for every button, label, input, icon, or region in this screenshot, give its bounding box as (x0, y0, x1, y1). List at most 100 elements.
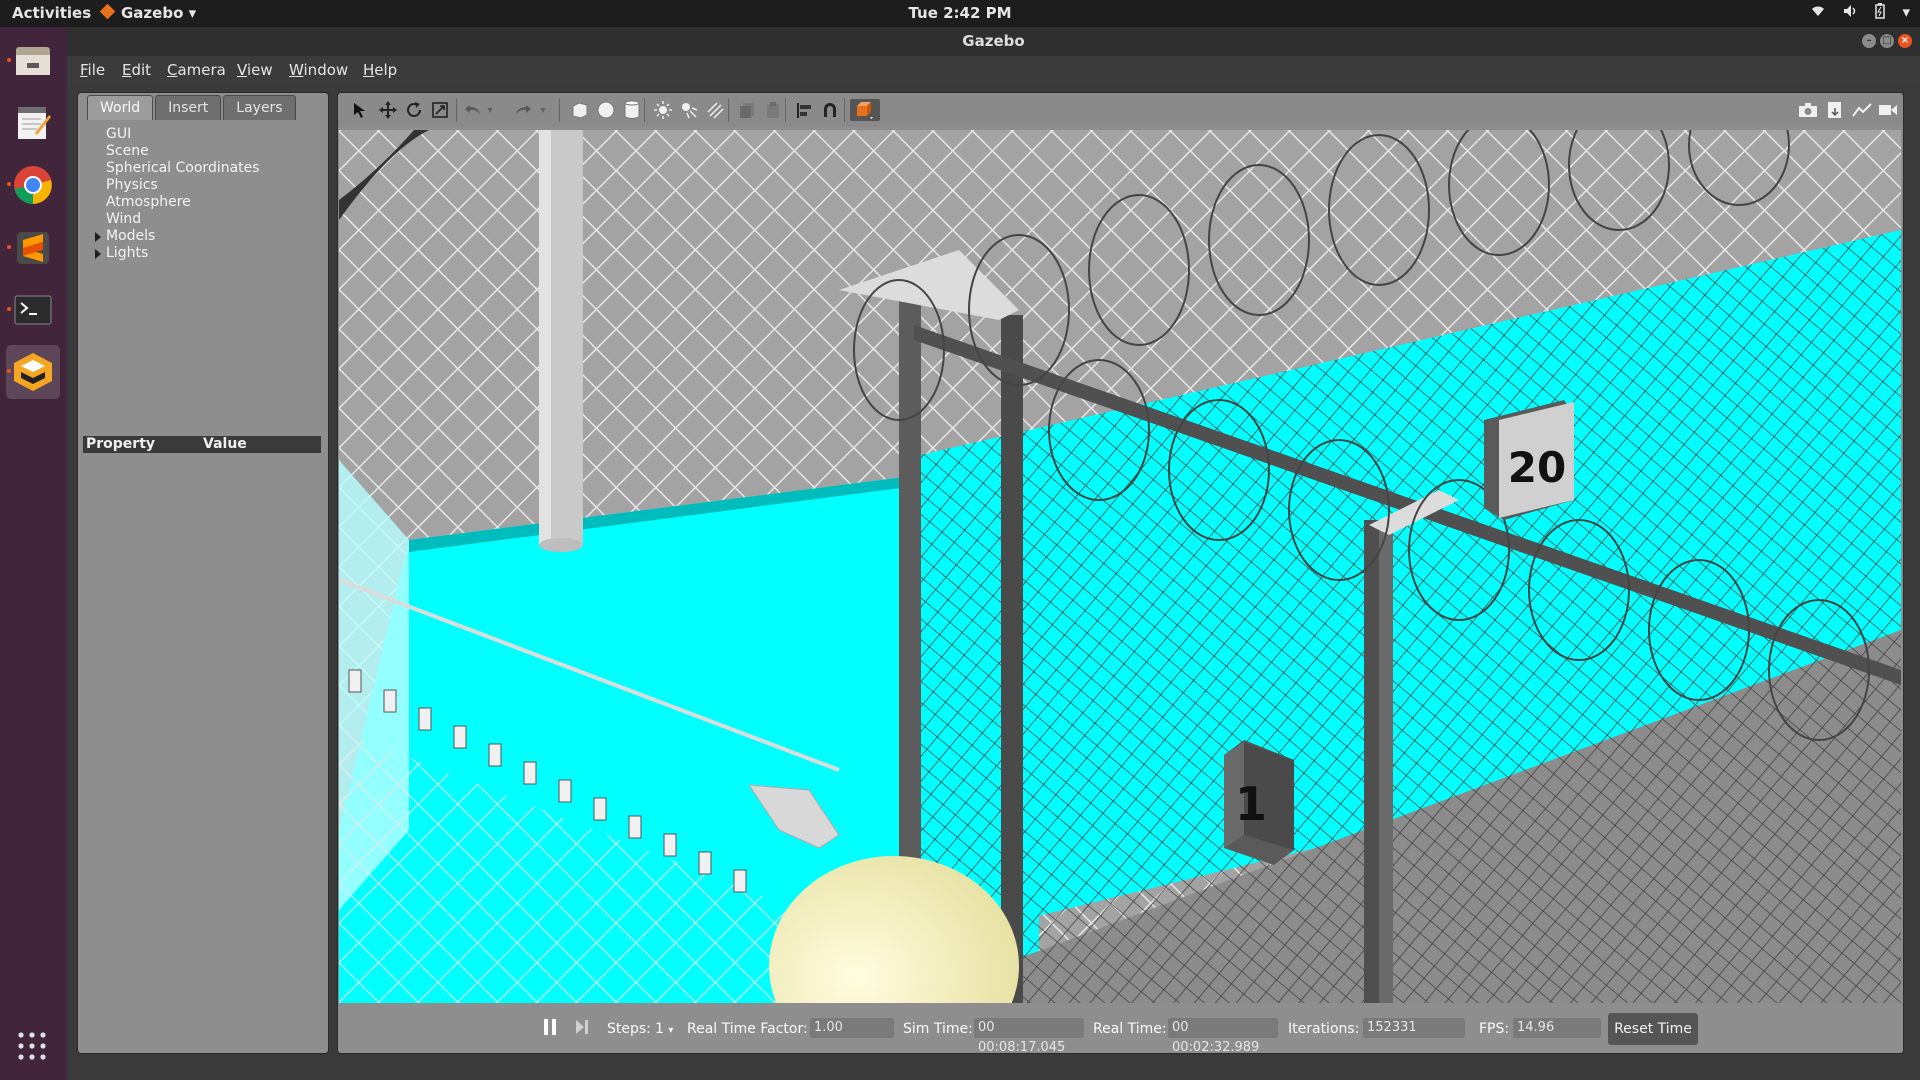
box-shape-icon[interactable] (568, 99, 592, 121)
menu-window[interactable]: Window (289, 61, 348, 79)
property-table-header: Property Value (83, 436, 321, 453)
tree-item-atmosphere[interactable]: Atmosphere (106, 194, 191, 211)
tree-item-models[interactable]: Models (95, 228, 156, 245)
sign-20: 20 (1484, 400, 1574, 520)
dock-chrome[interactable] (6, 158, 60, 212)
video-record-icon[interactable] (1876, 99, 1900, 121)
app-menu-button[interactable]: Gazebo ▾ (99, 3, 196, 22)
steps-spinbox[interactable]: 1 ▾ (655, 1021, 673, 1037)
real-time-factor-label: Real Time Factor: (687, 1021, 808, 1037)
minimize-button[interactable]: – (1862, 34, 1876, 48)
redo-history-chevron-down-icon[interactable]: ▾ (537, 99, 549, 121)
activities-button[interactable]: Activities (12, 4, 91, 22)
tree-item-spherical-coordinates[interactable]: Spherical Coordinates (106, 160, 260, 177)
cylinder-shape-icon[interactable] (620, 99, 644, 121)
sublime-text-icon (17, 232, 49, 264)
menu-view[interactable]: View (237, 61, 273, 79)
left-panel: World Insert Layers GUI Scene Spherical … (77, 92, 329, 1054)
directional-light-icon[interactable] (703, 99, 727, 121)
dock-sublime-text[interactable] (6, 221, 60, 275)
tab-insert[interactable]: Insert (155, 95, 222, 120)
menu-bar: File Edit Camera View Window Help (67, 56, 1920, 84)
log-data-icon[interactable] (1823, 99, 1847, 121)
rotate-mode-icon[interactable] (402, 99, 426, 121)
real-time-label: Real Time: (1093, 1021, 1167, 1037)
time-panel: Steps: 1 ▾ Real Time Factor: 1.00 Sim Ti… (338, 1005, 1903, 1053)
fps-field: 14.96 (1513, 1018, 1601, 1038)
dock-files[interactable] (6, 34, 60, 88)
tree-item-models-label: Models (106, 228, 156, 244)
view-angle-icon[interactable] (850, 99, 880, 121)
menu-file[interactable]: File (80, 61, 105, 79)
steps-label: Steps: (607, 1021, 651, 1037)
translate-mode-icon[interactable] (376, 99, 400, 121)
step-forward-icon[interactable] (574, 1017, 590, 1041)
expand-arrow-icon[interactable] (95, 249, 101, 259)
dock-gazebo[interactable] (6, 345, 60, 399)
menu-camera[interactable]: Camera (167, 61, 226, 79)
window-title-bar: Gazebo – □ × (67, 27, 1920, 56)
app-menu-label: Gazebo (121, 4, 184, 22)
system-menu-chevron-down-icon[interactable]: ▾ (1902, 3, 1910, 23)
expand-arrow-icon[interactable] (95, 232, 101, 242)
scale-mode-icon[interactable] (428, 99, 452, 121)
fps-label: FPS: (1479, 1021, 1510, 1037)
real-time-factor-field: 1.00 (810, 1018, 894, 1038)
iterations-label: Iterations: (1288, 1021, 1360, 1037)
toolbar: ▾ ▾ (338, 93, 1903, 127)
tree-item-gui[interactable]: GUI (106, 126, 131, 143)
screenshot-camera-icon[interactable] (1796, 99, 1820, 121)
sim-time-field: 00 00:08:17.045 (974, 1018, 1084, 1053)
dock-text-editor[interactable] (6, 96, 60, 150)
copy-icon[interactable] (735, 99, 759, 121)
volume-icon[interactable] (1842, 3, 1858, 23)
gazebo-icon (14, 353, 52, 391)
wifi-icon[interactable] (1810, 3, 1826, 23)
gazebo-small-icon (99, 3, 116, 20)
tree-item-lights[interactable]: Lights (95, 245, 149, 262)
sim-time-label: Sim Time: (903, 1021, 973, 1037)
select-mode-icon[interactable] (348, 99, 372, 121)
menu-help[interactable]: Help (363, 61, 397, 79)
spot-light-icon[interactable] (677, 99, 701, 121)
dock-terminal[interactable] (6, 283, 60, 337)
sign-1-label: 1 (1235, 777, 1267, 831)
window-title: Gazebo (962, 32, 1025, 50)
sign-1: 1 (1224, 740, 1294, 865)
show-applications-icon[interactable] (16, 1030, 48, 1062)
paste-icon[interactable] (761, 99, 785, 121)
close-button[interactable]: × (1898, 34, 1912, 48)
pause-icon[interactable] (542, 1017, 558, 1041)
undo-icon[interactable] (461, 99, 485, 121)
tab-layers[interactable]: Layers (223, 95, 296, 120)
tree-item-wind[interactable]: Wind (106, 211, 141, 228)
steps-chevron-down-icon[interactable]: ▾ (668, 1025, 673, 1036)
undo-history-chevron-down-icon[interactable]: ▾ (484, 99, 496, 121)
tree-item-physics[interactable]: Physics (106, 177, 158, 194)
sphere-shape-icon[interactable] (594, 99, 618, 121)
point-light-icon[interactable] (651, 99, 675, 121)
real-time-field: 00 00:02:32.989 (1168, 1018, 1278, 1053)
maximize-button[interactable]: □ (1880, 34, 1894, 48)
system-top-bar: Activities Gazebo ▾ Tue 2:42 PM ▾ (0, 0, 1920, 27)
terminal-icon (14, 295, 52, 325)
reset-time-button[interactable]: Reset Time (1608, 1013, 1698, 1045)
clock[interactable]: Tue 2:42 PM (908, 4, 1011, 22)
battery-icon[interactable] (1874, 3, 1886, 23)
tab-world[interactable]: World (87, 95, 154, 120)
redo-icon[interactable] (511, 99, 535, 121)
property-column-header[interactable]: Property (86, 436, 155, 453)
sign-20-label: 20 (1508, 443, 1566, 492)
text-editor-icon (18, 107, 51, 139)
value-column-header[interactable]: Value (203, 436, 247, 453)
snap-magnet-icon[interactable] (818, 99, 842, 121)
plot-icon[interactable] (1850, 99, 1874, 121)
3d-viewport[interactable]: 20 1 (339, 130, 1901, 1003)
scene-render: 20 1 (339, 130, 1901, 1003)
steps-value: 1 (655, 1021, 664, 1037)
tree-item-scene[interactable]: Scene (106, 143, 149, 160)
menu-edit[interactable]: Edit (122, 61, 151, 79)
tree-item-lights-label: Lights (106, 245, 149, 261)
align-icon[interactable] (792, 99, 816, 121)
chrome-icon (14, 166, 52, 204)
